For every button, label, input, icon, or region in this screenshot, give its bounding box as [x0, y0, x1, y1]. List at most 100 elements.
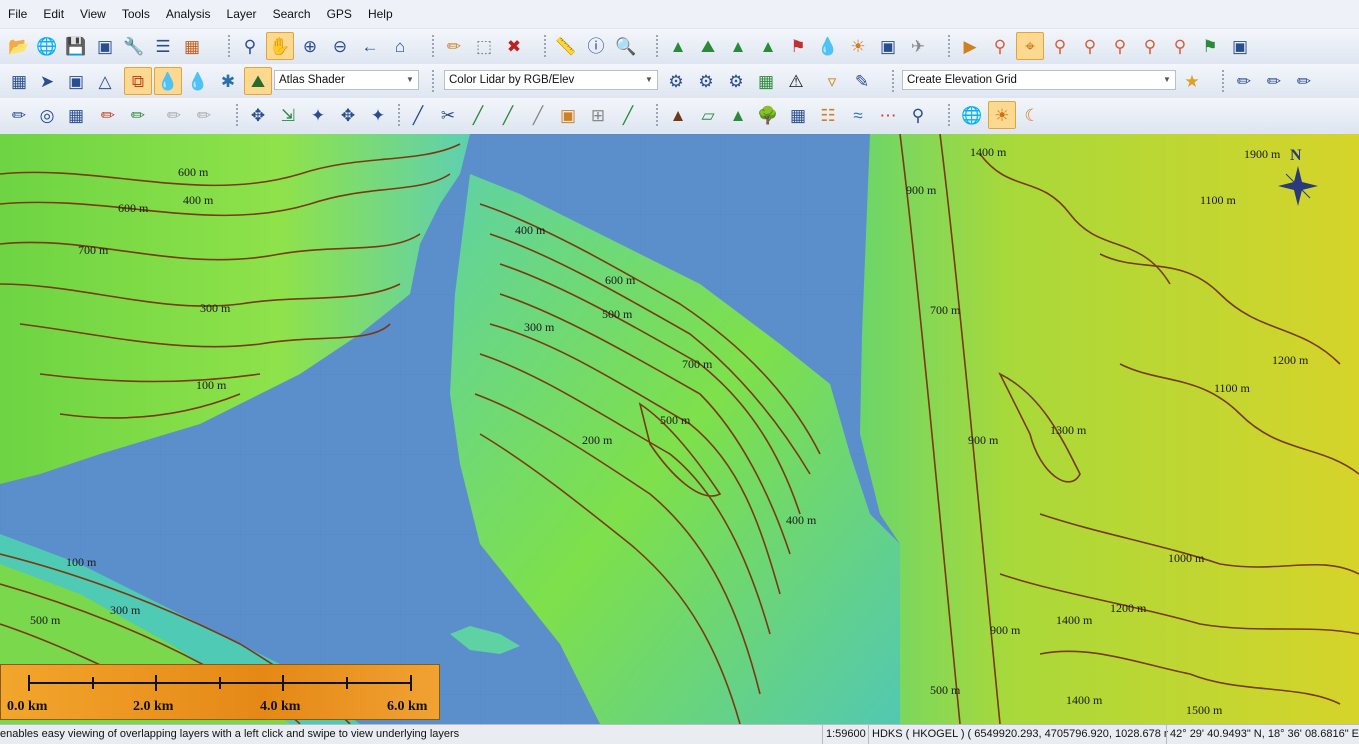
- gear-icon[interactable]: ⚙: [662, 67, 690, 95]
- edit-vertex-icon[interactable]: ✏: [5, 101, 33, 129]
- zoom-in-icon[interactable]: ⊕: [296, 32, 324, 60]
- play-icon[interactable]: ▶: [956, 32, 984, 60]
- draw-line-icon[interactable]: ✏: [1260, 67, 1288, 95]
- zoom-out-icon[interactable]: ⊖: [326, 32, 354, 60]
- tree-icon[interactable]: 🌳: [754, 101, 782, 129]
- draw-area-icon[interactable]: ✏: [124, 101, 152, 129]
- cursor-icon[interactable]: ➤: [33, 67, 61, 95]
- cut-line-icon[interactable]: ✂: [434, 101, 462, 129]
- wrench-icon[interactable]: 🔧: [120, 32, 148, 60]
- toolbar-grip[interactable]: [544, 35, 549, 57]
- toolbar-grip[interactable]: [656, 104, 661, 126]
- peak-icon[interactable]: ▲: [724, 32, 752, 60]
- pin-path-icon[interactable]: ⚲: [1136, 32, 1164, 60]
- toolbar-grip[interactable]: [656, 35, 661, 57]
- map-icon[interactable]: ▦: [178, 32, 206, 60]
- move-icon[interactable]: ✥: [244, 101, 272, 129]
- watershed-icon[interactable]: 💧: [814, 32, 842, 60]
- measure-line-icon[interactable]: ╱: [614, 101, 642, 129]
- flag-terrain-icon[interactable]: ⚑: [784, 32, 812, 60]
- plane-icon[interactable]: ✈: [904, 32, 932, 60]
- menu-analysis[interactable]: Analysis: [158, 7, 219, 21]
- pin-add-icon[interactable]: ⚲: [1046, 32, 1074, 60]
- select-rect-icon[interactable]: ⬚: [470, 32, 498, 60]
- scale-icon[interactable]: ⇲: [274, 101, 302, 129]
- mountain-icon[interactable]: ⛰: [694, 32, 722, 60]
- line-tool-icon[interactable]: ╱: [404, 101, 432, 129]
- toolbar-grip[interactable]: [432, 35, 437, 57]
- snap-icon[interactable]: ✥: [334, 101, 362, 129]
- menu-search[interactable]: Search: [265, 7, 319, 21]
- menu-gps[interactable]: GPS: [319, 7, 360, 21]
- warning-icon[interactable]: ⚠: [782, 67, 810, 95]
- zoom-box-icon[interactable]: ⚲: [236, 32, 264, 60]
- power-line-icon[interactable]: ☷: [814, 101, 842, 129]
- menu-view[interactable]: View: [72, 7, 114, 21]
- filter-icon[interactable]: ▿: [818, 67, 846, 95]
- freehand-icon[interactable]: ✏: [1290, 67, 1318, 95]
- water-icon[interactable]: ≈: [844, 101, 872, 129]
- toolbar-grip[interactable]: [228, 35, 233, 57]
- menu-file[interactable]: File: [0, 7, 35, 21]
- back-arrow-icon[interactable]: ←: [356, 32, 384, 60]
- pin-edit-icon[interactable]: ⚲: [1106, 32, 1134, 60]
- toolbar-grip[interactable]: [948, 104, 953, 126]
- horizon-icon[interactable]: ☀: [844, 32, 872, 60]
- monitor-icon[interactable]: ▣: [1226, 32, 1254, 60]
- dots-icon[interactable]: ⋯: [874, 101, 902, 129]
- rotate-icon[interactable]: ✦: [364, 101, 392, 129]
- eyedropper-icon[interactable]: ✎: [848, 67, 876, 95]
- pin-move-icon[interactable]: ⚲: [1076, 32, 1104, 60]
- water-level-icon[interactable]: 💧: [154, 67, 182, 95]
- draw-point-icon[interactable]: ✏: [94, 101, 122, 129]
- sensor-icon[interactable]: ✱: [214, 67, 242, 95]
- ruler-icon[interactable]: 📏: [552, 32, 580, 60]
- swipe-icon[interactable]: ⧉: [124, 67, 152, 95]
- crop-icon[interactable]: ⊞: [584, 101, 612, 129]
- home-icon[interactable]: ⌂: [386, 32, 414, 60]
- route-icon[interactable]: ⚑: [1196, 32, 1224, 60]
- split-line-icon[interactable]: ✏: [160, 101, 188, 129]
- pan-hand-icon[interactable]: ✋: [266, 32, 294, 60]
- gear-terrain-icon[interactable]: ⚙: [692, 67, 720, 95]
- open-folder-icon[interactable]: 📂: [5, 32, 33, 60]
- menu-edit[interactable]: Edit: [35, 7, 72, 21]
- offset-icon[interactable]: ╱: [524, 101, 552, 129]
- map-view[interactable]: 600 m 600 m 400 m 700 m 300 m 100 m 400 …: [0, 134, 1359, 724]
- pin-delete-icon[interactable]: ⚲: [1166, 32, 1194, 60]
- pin-tool-icon[interactable]: ⚲: [904, 101, 932, 129]
- grid-icon[interactable]: ▦: [62, 101, 90, 129]
- moon-icon[interactable]: ☾: [1018, 101, 1046, 129]
- toolbar-grip[interactable]: [398, 104, 403, 126]
- sun-icon[interactable]: ☀: [988, 101, 1016, 129]
- shader-dropdown[interactable]: Atlas Shader ▼: [274, 70, 419, 90]
- polyline-icon[interactable]: ✏: [1230, 67, 1258, 95]
- edit-shape-icon[interactable]: ✏: [190, 101, 218, 129]
- menu-tools[interactable]: Tools: [114, 7, 158, 21]
- hills-icon[interactable]: ▲: [754, 32, 782, 60]
- toolbar-grip[interactable]: [948, 35, 953, 57]
- menu-layer[interactable]: Layer: [219, 7, 265, 21]
- toolbar-grip[interactable]: [892, 70, 897, 92]
- target-icon[interactable]: ◎: [33, 101, 61, 129]
- layers-icon[interactable]: ☰: [149, 32, 177, 60]
- search-doc-icon[interactable]: 🔍: [612, 32, 640, 60]
- elevation-grid-dropdown[interactable]: Create Elevation Grid ▼: [902, 70, 1176, 90]
- flood-icon[interactable]: 💧: [184, 67, 212, 95]
- terrain-profile-icon[interactable]: ▲: [664, 32, 692, 60]
- shader-icon[interactable]: ⛰: [244, 67, 272, 95]
- window-icon[interactable]: ▣: [91, 32, 119, 60]
- color-dropdown[interactable]: Color Lidar by RGB/Elev ▼: [444, 70, 658, 90]
- trace-icon[interactable]: ╱: [494, 101, 522, 129]
- globe-icon[interactable]: 🌐: [33, 32, 61, 60]
- save-icon[interactable]: 💾: [62, 32, 90, 60]
- join-line-icon[interactable]: ╱: [464, 101, 492, 129]
- classify-icon[interactable]: ▦: [752, 67, 780, 95]
- map-canvas[interactable]: 600 m 600 m 400 m 700 m 300 m 100 m 400 …: [0, 134, 1359, 724]
- bush-icon[interactable]: ▲: [724, 101, 752, 129]
- pin-icon[interactable]: ⚲: [986, 32, 1014, 60]
- vertices-icon[interactable]: ✦: [304, 101, 332, 129]
- grass-icon[interactable]: ▱: [694, 101, 722, 129]
- toolbar-grip[interactable]: [1222, 70, 1227, 92]
- terrain-icon[interactable]: ▲: [664, 101, 692, 129]
